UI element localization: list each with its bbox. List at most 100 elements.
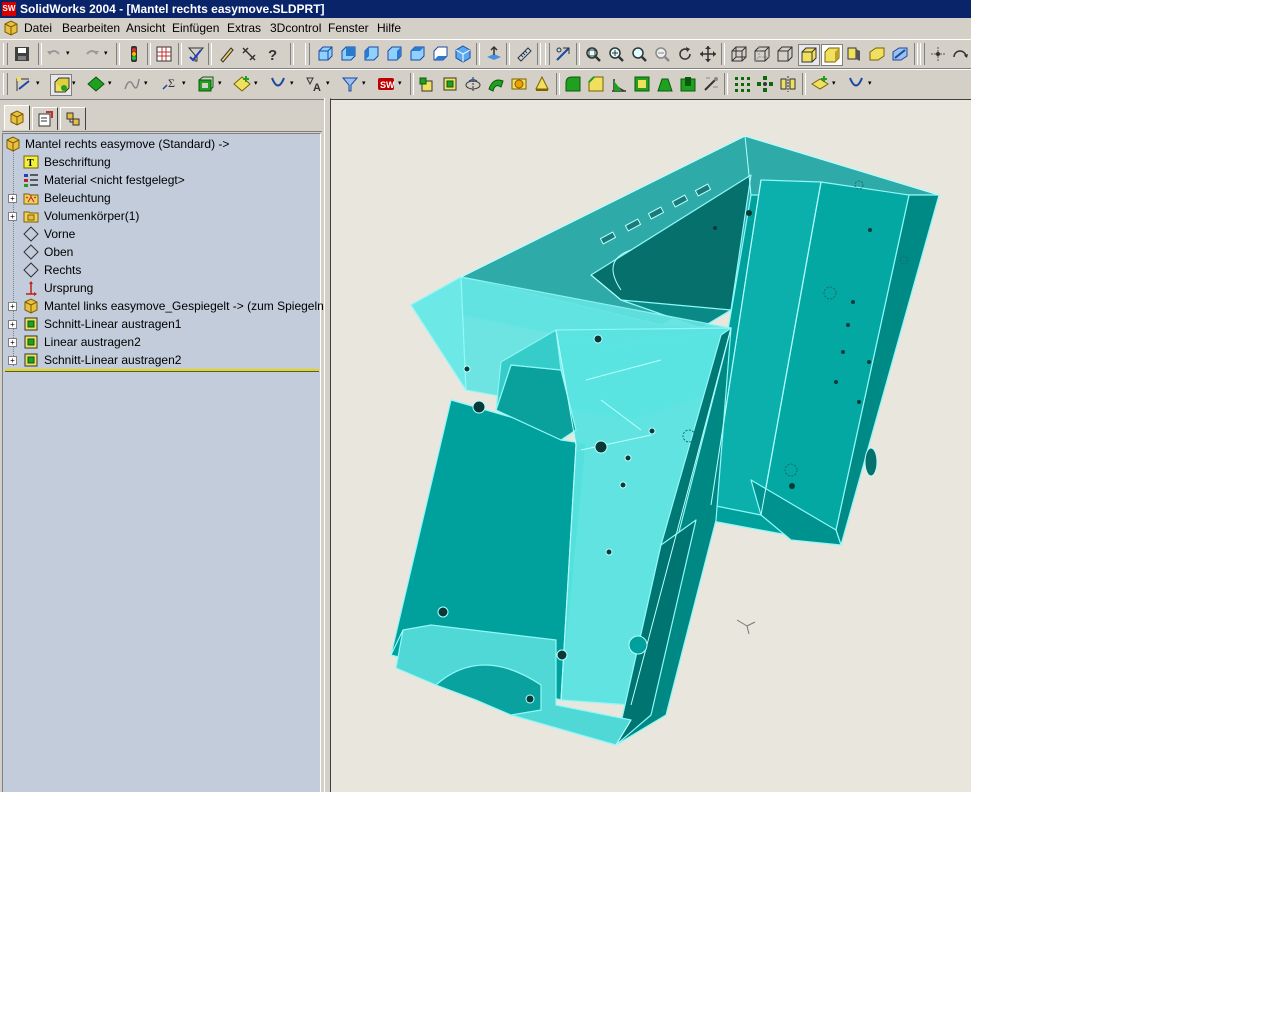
redo-icon[interactable] [82,44,102,64]
tab-feature-manager[interactable] [4,105,30,130]
wireframe-icon[interactable] [729,44,749,64]
tree-root-part[interactable]: Mantel rechts easymove (Standard) -> [3,135,320,153]
zoom-in-icon[interactable] [606,44,626,64]
temporary-axes-icon[interactable] [928,44,948,64]
expand-icon[interactable]: + [8,356,17,365]
tree-item-schnitt-linear-austragen2[interactable]: + Schnitt-Linear austragen2 [3,351,320,369]
rebuild-icon[interactable] [124,44,144,64]
view-bottom-icon[interactable] [430,44,450,64]
pan-icon[interactable] [698,44,718,64]
sketch-icon[interactable] [217,44,237,64]
shaded-with-edges-icon[interactable] [798,44,820,66]
circular-pattern-icon[interactable] [755,74,775,94]
menu-fenster[interactable]: Fenster [328,21,369,35]
menu-bearbeiten[interactable]: Bearbeiten [62,21,120,35]
tree-item-beschriftung[interactable]: T Beschriftung [3,153,320,171]
rotate-view-icon[interactable] [675,44,695,64]
tree-item-schnitt-linear-austragen1[interactable]: + Schnitt-Linear austragen1 [3,315,320,333]
tree-item-volumenkoerper[interactable]: + Volumenkörper(1) [3,207,320,225]
menu-einfuegen[interactable]: Einfügen [172,21,219,35]
fillet-icon[interactable] [563,74,583,94]
menu-extras[interactable]: Extras [227,21,261,35]
toolbar-grip[interactable] [3,43,8,65]
menu-3dcontrol[interactable]: 3Dcontrol [270,21,321,35]
dimxpert-icon[interactable]: A [304,74,324,94]
shell-dropdown-icon[interactable]: ▾ [218,74,224,94]
document-menu-icon[interactable] [3,20,19,36]
tree-item-mantel-links[interactable]: + Mantel links easymove_Gespiegelt -> (z… [3,297,328,315]
draft-icon[interactable] [655,74,675,94]
measure-icon[interactable] [514,44,534,64]
select-filter-icon[interactable] [186,44,206,64]
reference-point-icon[interactable] [232,74,252,94]
shell-feature-icon[interactable] [632,74,652,94]
sketch-entity-icon[interactable] [14,74,34,94]
shadows-icon[interactable] [844,44,864,64]
view-left-icon[interactable] [361,44,381,64]
curves-icon[interactable] [122,74,142,94]
toolbar-grip[interactable] [3,73,8,95]
zoom-area-icon[interactable] [629,44,649,64]
section-view-icon[interactable] [553,44,573,64]
curves-dropdown-icon[interactable]: ▾ [144,74,150,94]
loft-icon[interactable] [509,74,529,94]
feature-filter-icon[interactable] [340,74,360,94]
reference-plane-dropdown-icon[interactable]: ▾ [108,74,114,94]
rollback-bar[interactable] [5,369,319,372]
solidworks-addin-icon[interactable]: SW [376,74,396,94]
tree-item-ursprung[interactable]: Ursprung [3,279,320,297]
view-right-icon[interactable] [384,44,404,64]
view-front-icon[interactable] [315,44,335,64]
undo-icon[interactable] [44,44,64,64]
tree-item-material[interactable]: Material <nicht festgelegt> [3,171,320,189]
redo-dropdown-icon[interactable]: ▾ [104,44,110,64]
perspective-icon[interactable] [867,44,887,64]
boundary-icon[interactable] [532,74,552,94]
view-back-icon[interactable] [338,44,358,64]
toolbar-grip[interactable] [545,43,550,65]
view-isometric-icon[interactable] [453,44,473,64]
toolbar-grip[interactable] [305,43,310,65]
graphics-viewport[interactable] [330,99,971,792]
rotate-about-icon[interactable] [950,44,970,64]
undo-dropdown-icon[interactable]: ▾ [66,44,72,64]
linear-pattern-icon[interactable] [732,74,752,94]
mirror-icon[interactable] [778,74,798,94]
reference-point-dropdown-icon[interactable]: ▾ [254,74,260,94]
expand-icon[interactable]: + [8,194,17,203]
tab-property-manager[interactable] [32,107,58,130]
equations-icon[interactable]: Σ [160,74,180,94]
shell-icon[interactable] [196,74,216,94]
expand-icon[interactable]: + [8,338,17,347]
expand-icon[interactable]: + [8,212,17,221]
feature-works-icon[interactable] [701,74,721,94]
curves-split-icon[interactable] [846,74,866,94]
menu-ansicht[interactable]: Ansicht [126,21,165,35]
view-top-icon[interactable] [407,44,427,64]
menu-hilfe[interactable]: Hilfe [377,21,401,35]
sketch-entity-dropdown-icon[interactable]: ▾ [36,74,42,94]
hidden-lines-removed-icon[interactable] [775,44,795,64]
revolve-icon[interactable] [463,74,483,94]
dimxpert-dropdown-icon[interactable]: ▾ [326,74,332,94]
hidden-lines-visible-icon[interactable] [752,44,772,64]
toolbar-grip[interactable] [920,43,925,65]
reference-geometry-dropdown-icon[interactable]: ▾ [832,74,838,94]
smart-dimension-icon[interactable] [239,44,259,64]
tree-item-oben[interactable]: Oben [3,243,320,261]
normal-to-icon[interactable] [484,44,504,64]
reference-plane-icon[interactable] [86,74,106,94]
section-plane-icon[interactable] [890,44,910,64]
tab-configuration-manager[interactable] [60,107,86,130]
sweep-icon[interactable] [486,74,506,94]
hole-wizard-icon[interactable] [678,74,698,94]
feature-filter-dropdown-icon[interactable]: ▾ [362,74,368,94]
tree-item-linear-austragen2[interactable]: + Linear austragen2 [3,333,320,351]
tree-item-beleuchtung[interactable]: + Beleuchtung [3,189,320,207]
options-icon[interactable] [154,44,174,64]
tree-item-vorne[interactable]: Vorne [3,225,320,243]
chamfer-icon[interactable] [586,74,606,94]
expand-icon[interactable]: + [8,320,17,329]
split-line-icon[interactable] [268,74,288,94]
rib-icon[interactable] [609,74,629,94]
